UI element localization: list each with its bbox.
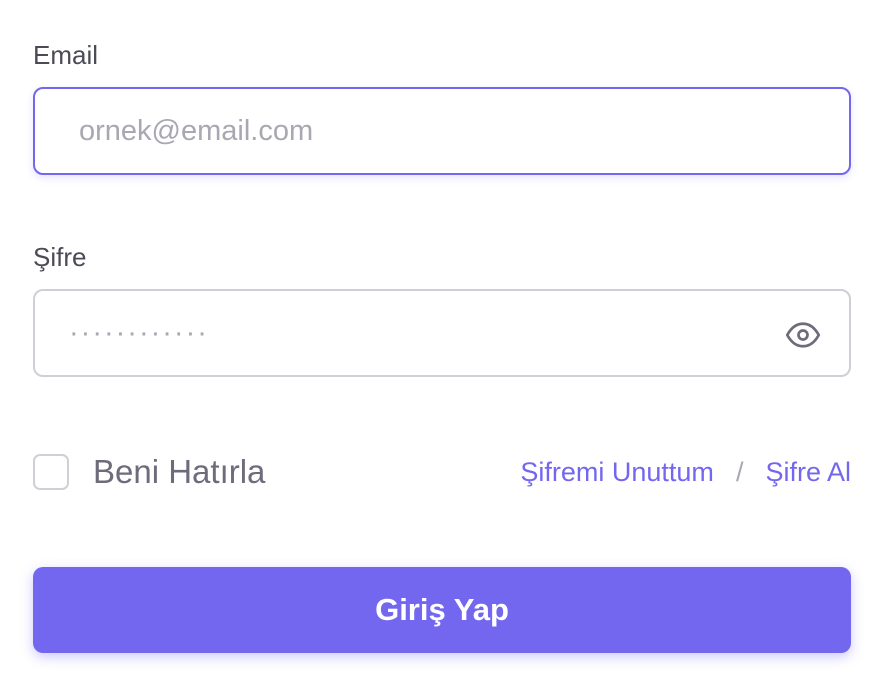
password-field-wrapper[interactable] [33,289,851,377]
remember-me-label: Beni Hatırla [93,453,266,490]
login-button[interactable]: Giriş Yap [33,567,851,653]
forgot-password-link[interactable]: Şifremi Unuttum [520,457,714,488]
remember-me-checkbox[interactable] [33,454,69,490]
get-password-link[interactable]: Şifre Al [765,457,851,488]
eye-icon[interactable] [785,317,821,353]
password-label: Şifre [33,242,87,272]
email-field[interactable] [35,89,849,173]
password-field[interactable] [35,291,849,375]
email-label: Email [33,40,99,70]
link-separator: / [735,456,744,487]
email-field-wrapper[interactable] [33,87,851,175]
remember-me[interactable]: Beni Hatırla [33,452,265,492]
account-links: Şifremi Unuttum / Şifre Al [520,452,851,492]
